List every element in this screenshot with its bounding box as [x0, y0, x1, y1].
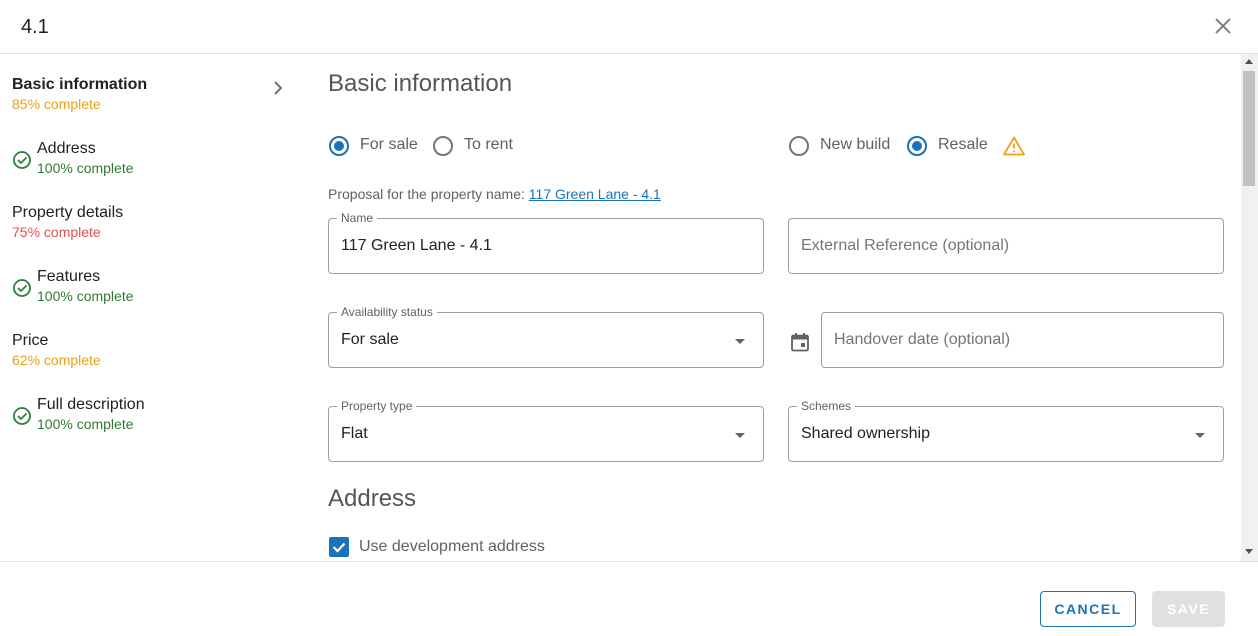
property-type-label: Property type [337, 399, 417, 413]
warning-icon [1003, 136, 1025, 156]
nav-item-features[interactable]: Features 100% complete [0, 268, 300, 316]
radio-checked-icon [329, 136, 349, 156]
dropdown-arrow-icon [735, 433, 745, 438]
radio-label: New build [820, 136, 891, 153]
nav-item-label: Property details [12, 204, 124, 221]
schemes-value: Shared ownership [801, 425, 930, 442]
nav-item-full-description[interactable]: Full description 100% complete [0, 396, 300, 444]
radio-for-sale[interactable]: For sale [329, 135, 429, 157]
nav-item-basic-information[interactable]: Basic information 85% complete [0, 76, 300, 124]
nav-item-label: Features [37, 268, 101, 285]
external-reference-field[interactable]: External Reference (optional) [788, 218, 1224, 274]
dialog-title: 4.1 [21, 16, 49, 38]
section-nav: Basic information 85% complete Address 1… [0, 54, 300, 561]
dropdown-arrow-icon [735, 339, 745, 344]
section-title-address: Address [328, 485, 417, 512]
close-icon[interactable] [1211, 14, 1235, 38]
dropdown-arrow-icon [1195, 433, 1205, 438]
schemes-select[interactable]: Schemes Shared ownership [788, 399, 1224, 462]
property-type-select[interactable]: Property type Flat [328, 399, 764, 462]
check-circle-icon [13, 279, 31, 297]
listing-type-group: For sale To rent [329, 135, 589, 157]
name-field[interactable]: Name 117 Green Lane - 4.1 [328, 211, 764, 274]
calendar-icon[interactable] [789, 331, 811, 353]
scrollbar-thumb[interactable] [1243, 71, 1255, 186]
nav-item-label: Address [37, 140, 96, 157]
nav-item-status: 100% complete [37, 416, 134, 432]
nav-item-status: 85% complete [12, 96, 101, 112]
radio-unchecked-icon [433, 136, 453, 156]
dialog-footer: CANCEL SAVE [0, 561, 1258, 636]
nav-item-price[interactable]: Price 62% complete [0, 332, 300, 380]
radio-label: For sale [360, 136, 418, 153]
nav-item-label: Full description [37, 396, 145, 413]
scroll-down-arrow-icon[interactable] [1245, 549, 1253, 554]
check-circle-icon [13, 151, 31, 169]
radio-new-build[interactable]: New build [789, 135, 899, 157]
nav-item-status: 75% complete [12, 224, 101, 240]
availability-status-value: For sale [341, 331, 399, 348]
availability-status-select[interactable]: Availability status For sale [328, 305, 764, 368]
availability-status-label: Availability status [337, 305, 437, 319]
radio-checked-icon [907, 136, 927, 156]
radio-resale[interactable]: Resale [907, 135, 997, 157]
check-circle-icon [13, 407, 31, 425]
chevron-right-icon [274, 81, 283, 95]
nav-item-status: 100% complete [37, 160, 134, 176]
external-reference-placeholder: External Reference (optional) [801, 237, 1010, 254]
name-field-value: 117 Green Lane - 4.1 [341, 237, 492, 254]
dialog-header: 4.1 [0, 0, 1258, 54]
property-type-value: Flat [341, 425, 368, 442]
radio-label: To rent [464, 136, 513, 153]
form-content: Basic information For sale To rent New b… [300, 54, 1241, 561]
build-type-group: New build Resale [789, 135, 999, 157]
nav-item-status: 100% complete [37, 288, 134, 304]
nav-item-label: Price [12, 332, 49, 349]
handover-date-placeholder: Handover date (optional) [834, 331, 1011, 348]
save-button[interactable]: SAVE [1152, 591, 1225, 627]
proposal-link[interactable]: 117 Green Lane - 4.1 [529, 186, 661, 202]
radio-unchecked-icon [789, 136, 809, 156]
nav-item-address[interactable]: Address 100% complete [0, 140, 300, 188]
cancel-button[interactable]: CANCEL [1040, 591, 1136, 627]
handover-date-field[interactable]: Handover date (optional) [821, 312, 1224, 368]
radio-label: Resale [938, 136, 988, 153]
use-development-address-label: Use development address [359, 538, 545, 555]
proposal-text: Proposal for the property name: 117 Gree… [328, 186, 661, 202]
radio-to-rent[interactable]: To rent [433, 135, 533, 157]
proposal-prefix: Proposal for the property name: [328, 186, 529, 202]
use-development-address-checkbox[interactable] [329, 537, 349, 557]
nav-item-label: Basic information [12, 76, 148, 93]
name-field-label: Name [337, 211, 378, 225]
nav-item-status: 62% complete [12, 352, 101, 368]
checkmark-icon [332, 542, 346, 553]
vertical-scrollbar[interactable] [1241, 54, 1258, 561]
section-title-basic: Basic information [328, 70, 513, 97]
nav-item-property-details[interactable]: Property details 75% complete [0, 204, 300, 252]
schemes-label: Schemes [797, 399, 856, 413]
scroll-up-arrow-icon[interactable] [1245, 59, 1253, 64]
